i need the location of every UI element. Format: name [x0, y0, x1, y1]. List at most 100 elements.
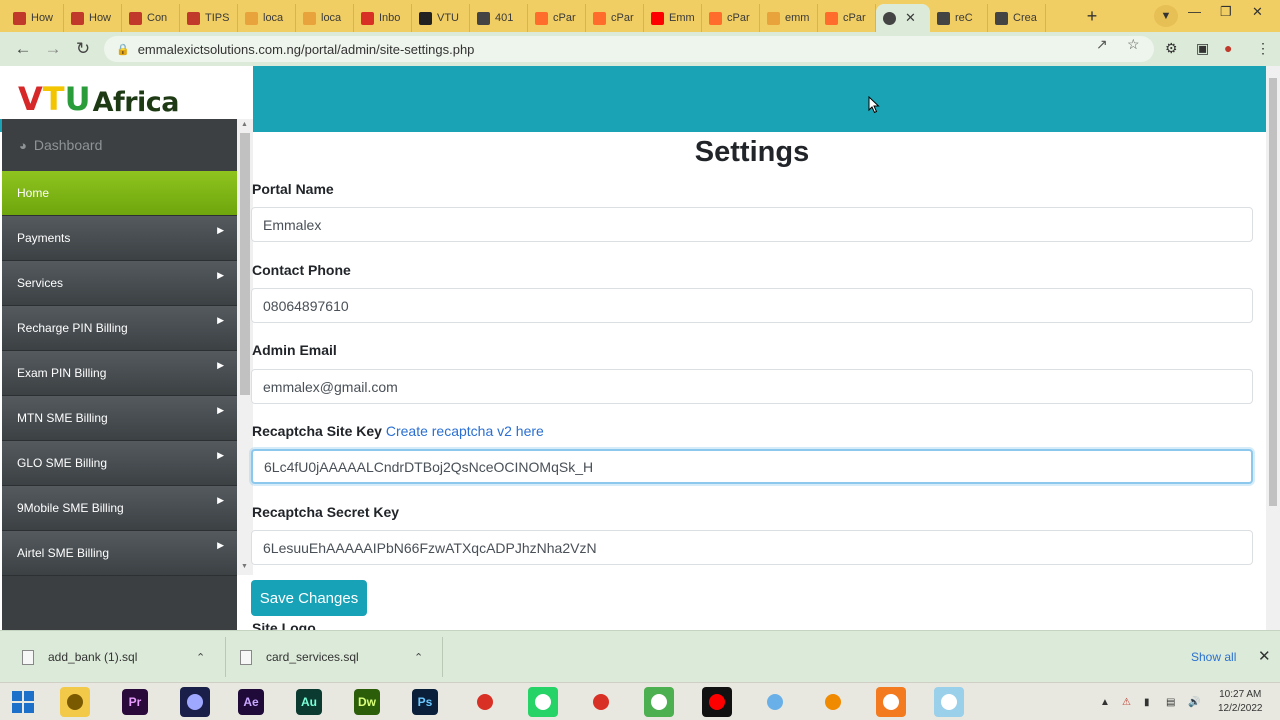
tab-label: cPar — [553, 12, 576, 24]
sidebar-item-recharge-pin-billing[interactable]: Recharge PIN Billing ▶ — [2, 306, 237, 351]
after-effects-icon[interactable]: Ae — [238, 689, 264, 715]
taskbar-clock[interactable]: 10:27 AM 12/2/2022 — [1218, 688, 1263, 716]
tab-label: Crea — [1013, 12, 1037, 24]
minimize-icon[interactable]: — — [1188, 4, 1201, 19]
scroll-down-icon[interactable]: ▼ — [241, 563, 248, 570]
audition-icon[interactable]: Au — [296, 689, 322, 715]
tray-chevron-icon[interactable]: ▲ — [1100, 697, 1110, 708]
browser-tab[interactable]: cPar — [586, 4, 644, 32]
back-icon[interactable]: ← — [12, 38, 34, 60]
recaptcha-secret-key-input[interactable] — [251, 530, 1253, 565]
close-window-icon[interactable]: ✕ — [1252, 4, 1263, 20]
tray-volume-icon[interactable]: 🔊 — [1188, 697, 1200, 708]
tray-signal-icon[interactable]: ▤ — [1166, 697, 1175, 708]
show-all-downloads-link[interactable]: Show all — [1191, 650, 1236, 664]
premiere-icon[interactable]: Pr — [122, 689, 148, 715]
contact-phone-input[interactable] — [251, 288, 1253, 323]
tab-close-icon[interactable]: ✕ — [905, 10, 916, 26]
tray-network-alert-icon[interactable]: ⚠ — [1122, 697, 1131, 708]
sidebar-item-services[interactable]: Services ▶ — [2, 261, 237, 306]
spreadsheet-icon[interactable] — [644, 687, 674, 717]
menu-kebab-icon[interactable]: ⋮ — [1256, 40, 1270, 57]
sidebar-item-airtel-sme-billing[interactable]: Airtel SME Billing ▶ — [2, 531, 237, 576]
vlc-icon[interactable] — [818, 687, 848, 717]
close-download-bar-icon[interactable]: ✕ — [1258, 647, 1271, 665]
restore-icon[interactable]: ❐ — [1220, 4, 1232, 20]
download-item[interactable]: add_bank (1).sql ⌃ — [22, 641, 222, 673]
browser-tab[interactable]: Crea — [988, 4, 1046, 32]
tray-battery-icon[interactable]: ▮ — [1144, 697, 1150, 708]
profile-avatar-icon[interactable]: ● — [1224, 40, 1232, 56]
browser-tab[interactable]: Con — [122, 4, 180, 32]
sidebar-item-exam-pin-billing[interactable]: Exam PIN Billing ▶ — [2, 351, 237, 396]
chrome-icon[interactable] — [470, 687, 500, 717]
browser-tab[interactable]: cPar — [818, 4, 876, 32]
share-icon[interactable]: ↗ — [1096, 36, 1108, 53]
side-panel-icon[interactable]: ▣ — [1196, 40, 1209, 57]
chevron-up-icon[interactable]: ⌃ — [414, 651, 423, 664]
tab-list: How How Con TIPS loca loca Inbo VTU 401 cPar cPar E… — [6, 4, 1046, 32]
save-changes-button[interactable]: Save Changes — [251, 580, 367, 616]
notepad-icon[interactable] — [934, 687, 964, 717]
browser-tab[interactable]: How — [64, 4, 122, 32]
tab-favicon-icon — [593, 11, 606, 25]
sidebar-item-home[interactable]: Home — [2, 171, 237, 216]
bookmark-star-icon[interactable]: ☆ — [1127, 36, 1140, 53]
tab-search-icon[interactable]: ▼ — [1154, 5, 1178, 27]
caret-right-icon: ▶ — [217, 360, 224, 370]
browser-tab[interactable]: How — [6, 4, 64, 32]
browser-tab[interactable]: cPar — [528, 4, 586, 32]
browser-tab[interactable]: emm — [760, 4, 818, 32]
chrome-active-icon[interactable] — [586, 687, 616, 717]
sidebar-item-glo-sme-billing[interactable]: GLO SME Billing ▶ — [2, 441, 237, 486]
file-explorer-icon[interactable] — [60, 687, 90, 717]
browser-tab[interactable]: Emm — [644, 4, 702, 32]
site-logo[interactable]: V T U Africa — [18, 80, 180, 118]
download-item[interactable]: card_services.sql ⌃ — [240, 641, 440, 673]
extensions-icon[interactable]: ⚙ — [1165, 40, 1178, 57]
sidebar-dashboard[interactable]: ◕ Dashboard — [2, 119, 237, 171]
scroll-up-icon[interactable]: ▲ — [241, 121, 248, 128]
photoshop-icon[interactable]: Ps — [412, 689, 438, 715]
caret-right-icon: ▶ — [217, 315, 224, 325]
browser-tab[interactable]: reC — [930, 4, 988, 32]
portal-name-input[interactable] — [251, 207, 1253, 242]
browser-tab[interactable]: TIPS — [180, 4, 238, 32]
page-scrollbar[interactable] — [1266, 66, 1280, 630]
browser-tab[interactable]: cPar — [702, 4, 760, 32]
portal-name-label: Portal Name — [252, 181, 334, 197]
browser-tab[interactable]: loca — [238, 4, 296, 32]
new-tab-button[interactable]: + — [1080, 5, 1104, 27]
active-browser-tab[interactable]: ✕ — [876, 4, 930, 32]
sidebar-item-label: 9Mobile SME Billing — [17, 501, 124, 515]
sidebar-item-9mobile-sme-billing[interactable]: 9Mobile SME Billing ▶ — [2, 486, 237, 531]
recorder-icon[interactable] — [702, 687, 732, 717]
site-logo-label: Site Logo — [252, 620, 316, 630]
media-encoder-icon[interactable] — [180, 687, 210, 717]
sidebar-item-mtn-sme-billing[interactable]: MTN SME Billing ▶ — [2, 396, 237, 441]
create-recaptcha-link[interactable]: Create recaptcha v2 here — [386, 423, 544, 439]
browser-tab[interactable]: loca — [296, 4, 354, 32]
admin-email-input[interactable] — [251, 369, 1253, 404]
whatsapp-icon[interactable] — [528, 687, 558, 717]
recaptcha-site-key-input[interactable] — [251, 449, 1253, 484]
sidebar-scrollbar[interactable]: ▲ ▼ — [237, 119, 253, 575]
browser-tab[interactable]: VTU — [412, 4, 470, 32]
sidebar-scroll-thumb[interactable] — [240, 133, 250, 395]
windows-start-icon[interactable] — [12, 691, 34, 713]
xampp-icon[interactable] — [876, 687, 906, 717]
chevron-up-icon[interactable]: ⌃ — [196, 651, 205, 664]
tab-favicon-icon — [419, 11, 432, 25]
dreamweaver-icon[interactable]: Dw — [354, 689, 380, 715]
forward-icon[interactable]: → — [42, 38, 64, 60]
page-scroll-thumb[interactable] — [1269, 78, 1277, 506]
browser-tab[interactable]: Inbo — [354, 4, 412, 32]
reload-icon[interactable]: ↻ — [72, 38, 94, 60]
browser-tab[interactable]: 401 — [470, 4, 528, 32]
download-filename: add_bank (1).sql — [48, 650, 138, 664]
address-bar[interactable]: 🔒 emmalexictsolutions.com.ng/portal/admi… — [104, 36, 1154, 62]
sidebar-item-payments[interactable]: Payments ▶ — [2, 216, 237, 261]
paint-icon[interactable] — [760, 687, 790, 717]
download-filename: card_services.sql — [266, 650, 359, 664]
sidebar-item-label: GLO SME Billing — [17, 456, 108, 470]
